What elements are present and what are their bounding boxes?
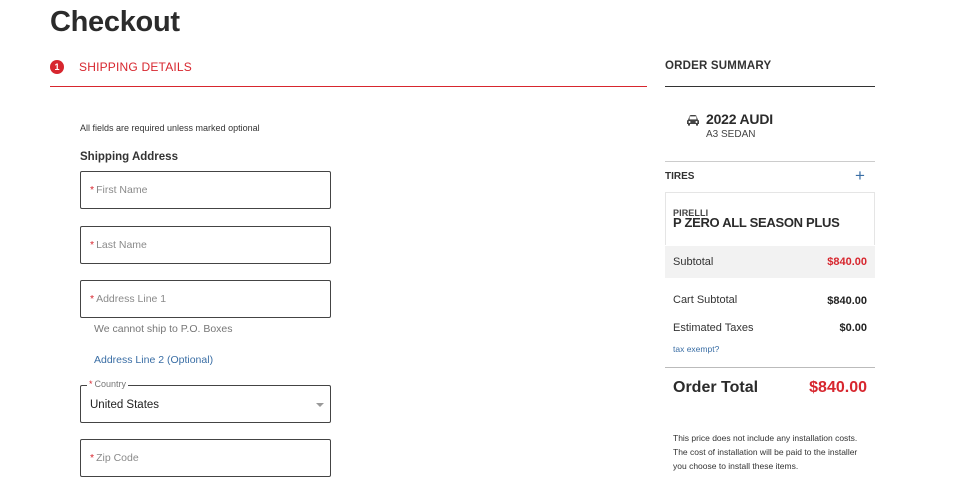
vehicle-model: A3 SEDAN (706, 129, 756, 140)
tire-name: P ZERO ALL SEASON PLUS (673, 215, 840, 230)
car-icon (687, 115, 699, 126)
add-tires-icon[interactable]: + (855, 166, 865, 186)
order-total-label: Order Total (673, 379, 759, 396)
last-name-field[interactable]: * Last Name (80, 226, 331, 264)
shipping-address-heading: Shipping Address (80, 151, 178, 163)
tires-section-label: TIRES (665, 171, 695, 182)
last-name-placeholder: * Last Name (90, 239, 147, 251)
cart-subtotal-label: Cart Subtotal (673, 294, 738, 306)
first-name-placeholder: * First Name (90, 184, 147, 196)
order-summary-divider (665, 86, 875, 87)
first-name-field[interactable]: * First Name (80, 171, 331, 209)
cart-subtotal-value: $840.00 (827, 295, 867, 307)
estimated-taxes-label: Estimated Taxes (673, 322, 754, 334)
country-label-text: Country (94, 379, 127, 389)
step-number-badge: 1 (50, 60, 64, 74)
required-asterisk: * (89, 379, 93, 389)
estimated-taxes-value: $0.00 (839, 322, 867, 334)
last-name-placeholder-text: Last Name (96, 239, 147, 251)
order-summary-title: ORDER SUMMARY (665, 60, 772, 72)
installation-disclaimer: This price does not include any installa… (673, 433, 858, 471)
country-select[interactable]: * Country United States (80, 379, 331, 423)
chevron-down-icon (316, 403, 324, 407)
item-subtotal-value: $840.00 (827, 256, 867, 268)
address-line-1-field[interactable]: * Address Line 1 (80, 280, 331, 318)
zip-code-placeholder-text: Zip Code (96, 452, 139, 464)
vehicle-make: 2022 AUDI (706, 111, 773, 127)
address-line-2-link[interactable]: Address Line 2 (Optional) (94, 354, 213, 366)
country-selected-value: United States (90, 399, 160, 411)
country-label: * Country (87, 379, 129, 389)
zip-code-placeholder: * Zip Code (90, 452, 139, 464)
step-divider (50, 86, 647, 87)
tax-exempt-link[interactable]: tax exempt? (673, 344, 719, 354)
step-label-shipping-details: SHIPPING DETAILS (79, 60, 193, 74)
item-subtotal-label: Subtotal (673, 256, 714, 268)
required-asterisk: * (90, 452, 95, 464)
required-asterisk: * (90, 184, 95, 196)
first-name-placeholder-text: First Name (96, 184, 148, 196)
required-asterisk: * (90, 293, 95, 305)
vehicle-divider (665, 161, 875, 162)
address-line-1-placeholder: * Address Line 1 (90, 293, 166, 305)
required-asterisk: * (90, 239, 95, 251)
page-title: Checkout (50, 6, 180, 38)
po-box-helper-text: We cannot ship to P.O. Boxes (94, 323, 233, 335)
order-total-value: $840.00 (809, 379, 867, 396)
required-fields-note: All fields are required unless marked op… (80, 123, 260, 133)
zip-code-field[interactable]: * Zip Code (80, 439, 331, 477)
total-divider (665, 367, 875, 368)
address-line-1-placeholder-text: Address Line 1 (96, 293, 167, 305)
